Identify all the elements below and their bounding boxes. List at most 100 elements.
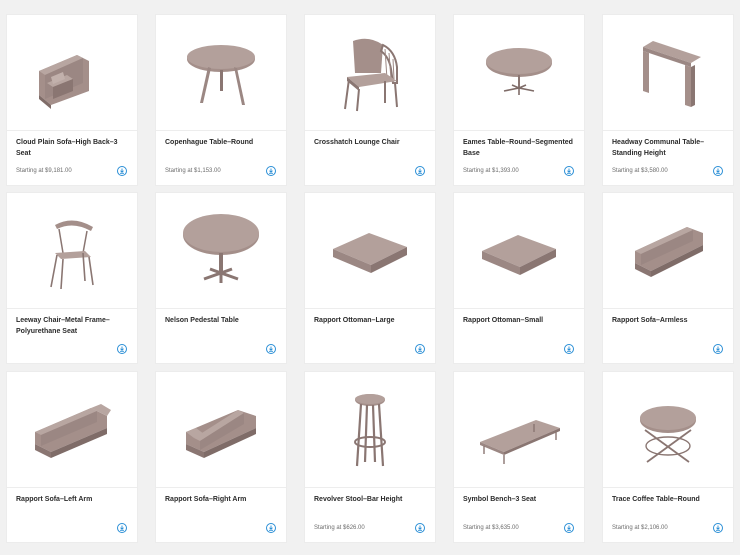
sofa-right-arm-icon [186, 409, 256, 458]
product-thumbnail[interactable] [305, 193, 435, 308]
product-card[interactable]: Headway Communal Table–Standing Height S… [603, 15, 733, 185]
download-button[interactable] [564, 344, 574, 354]
sofa-left-arm-icon [35, 403, 111, 458]
product-thumbnail[interactable] [305, 15, 435, 130]
card-divider [603, 308, 733, 309]
product-card[interactable]: Rapport Sofa–Left Arm [7, 372, 137, 542]
product-name[interactable]: Rapport Ottoman–Large [314, 315, 428, 326]
download-icon [418, 346, 422, 352]
product-thumbnail[interactable] [156, 372, 286, 487]
product-card[interactable]: Rapport Ottoman–Large [305, 193, 435, 363]
card-divider [603, 487, 733, 488]
download-button[interactable] [713, 344, 723, 354]
product-thumbnail[interactable] [454, 193, 584, 308]
card-divider [305, 308, 435, 309]
product-thumbnail[interactable] [454, 15, 584, 130]
product-price: Starting at $2,106.00 [612, 525, 668, 531]
download-button[interactable] [266, 523, 276, 533]
download-icon [418, 525, 422, 531]
download-icon [567, 346, 571, 352]
download-button[interactable] [415, 523, 425, 533]
product-card[interactable]: Nelson Pedestal Table [156, 193, 286, 363]
product-thumbnail[interactable] [7, 372, 137, 487]
download-button[interactable] [266, 344, 276, 354]
download-icon [120, 346, 124, 352]
download-button[interactable] [266, 166, 276, 176]
product-thumbnail[interactable] [603, 15, 733, 130]
product-thumbnail[interactable] [7, 15, 137, 130]
download-button[interactable] [415, 344, 425, 354]
download-button[interactable] [564, 166, 574, 176]
product-name[interactable]: Rapport Sofa–Right Arm [165, 494, 279, 505]
product-thumbnail[interactable] [454, 372, 584, 487]
product-name[interactable]: Nelson Pedestal Table [165, 315, 279, 326]
segmented-base-table-icon [486, 47, 552, 95]
product-thumbnail[interactable] [7, 193, 137, 308]
product-name[interactable]: Symbol Bench–3 Seat [463, 494, 577, 505]
card-divider [156, 308, 286, 309]
ottoman-large-icon [333, 232, 407, 273]
product-thumbnail[interactable] [156, 15, 286, 130]
standing-table-icon [643, 40, 701, 107]
product-card[interactable]: Rapport Ottoman–Small [454, 193, 584, 363]
download-button[interactable] [415, 166, 425, 176]
card-divider [454, 130, 584, 131]
download-button[interactable] [117, 344, 127, 354]
product-thumbnail[interactable] [156, 193, 286, 308]
card-divider [7, 130, 137, 131]
product-name[interactable]: Copenhague Table–Round [165, 137, 279, 148]
download-icon [567, 168, 571, 174]
product-card[interactable]: Symbol Bench–3 Seat Starting at $3,635.0… [454, 372, 584, 542]
coffee-table-icon [640, 405, 696, 463]
download-button[interactable] [713, 523, 723, 533]
pedestal-table-icon [183, 213, 259, 283]
product-price: Starting at $9,181.00 [16, 168, 72, 174]
product-card[interactable]: Rapport Sofa–Right Arm [156, 372, 286, 542]
bar-stool-icon [354, 393, 386, 466]
product-card[interactable]: Cloud Plain Sofa–High Back–3 Seat Starti… [7, 15, 137, 185]
product-price: Starting at $3,580.00 [612, 168, 668, 174]
product-price: Starting at $3,635.00 [463, 525, 519, 531]
sofa-high-back-icon [39, 54, 89, 109]
lounge-chair-icon [344, 38, 398, 111]
round-table-icon [187, 44, 255, 105]
card-divider [454, 308, 584, 309]
metal-chair-icon [50, 219, 94, 289]
product-thumbnail[interactable] [603, 372, 733, 487]
product-name[interactable]: Revolver Stool–Bar Height [314, 494, 428, 505]
product-thumbnail[interactable] [305, 372, 435, 487]
product-name[interactable]: Eames Table–Round–Segmented Base [463, 137, 577, 159]
download-button[interactable] [564, 523, 574, 533]
product-card[interactable]: Crosshatch Lounge Chair [305, 15, 435, 185]
product-name[interactable]: Cloud Plain Sofa–High Back–3 Seat [16, 137, 130, 159]
product-name[interactable]: Rapport Sofa–Armless [612, 315, 726, 326]
product-name[interactable]: Crosshatch Lounge Chair [314, 137, 428, 148]
product-thumbnail[interactable] [603, 193, 733, 308]
download-icon [716, 525, 720, 531]
product-card[interactable]: Rapport Sofa–Armless [603, 193, 733, 363]
ottoman-small-icon [482, 234, 556, 275]
product-card[interactable]: Revolver Stool–Bar Height Starting at $6… [305, 372, 435, 542]
product-name[interactable]: Rapport Ottoman–Small [463, 315, 577, 326]
card-divider [305, 487, 435, 488]
download-icon [716, 168, 720, 174]
product-price: Starting at $626.00 [314, 525, 365, 531]
download-icon [418, 168, 422, 174]
download-icon [120, 525, 124, 531]
product-card[interactable]: Leeway Chair–Metal Frame–Polyurethane Se… [7, 193, 137, 363]
product-name[interactable]: Leeway Chair–Metal Frame–Polyurethane Se… [16, 315, 130, 337]
product-card[interactable]: Trace Coffee Table–Round Starting at $2,… [603, 372, 733, 542]
product-name[interactable]: Trace Coffee Table–Round [612, 494, 726, 505]
card-divider [7, 487, 137, 488]
card-divider [454, 487, 584, 488]
product-name[interactable]: Headway Communal Table–Standing Height [612, 137, 726, 159]
download-button[interactable] [117, 166, 127, 176]
download-icon [269, 346, 273, 352]
download-button[interactable] [713, 166, 723, 176]
product-name[interactable]: Rapport Sofa–Left Arm [16, 494, 130, 505]
download-icon [716, 346, 720, 352]
download-button[interactable] [117, 523, 127, 533]
download-icon [120, 168, 124, 174]
product-card[interactable]: Eames Table–Round–Segmented Base Startin… [454, 15, 584, 185]
product-card[interactable]: Copenhague Table–Round Starting at $1,15… [156, 15, 286, 185]
